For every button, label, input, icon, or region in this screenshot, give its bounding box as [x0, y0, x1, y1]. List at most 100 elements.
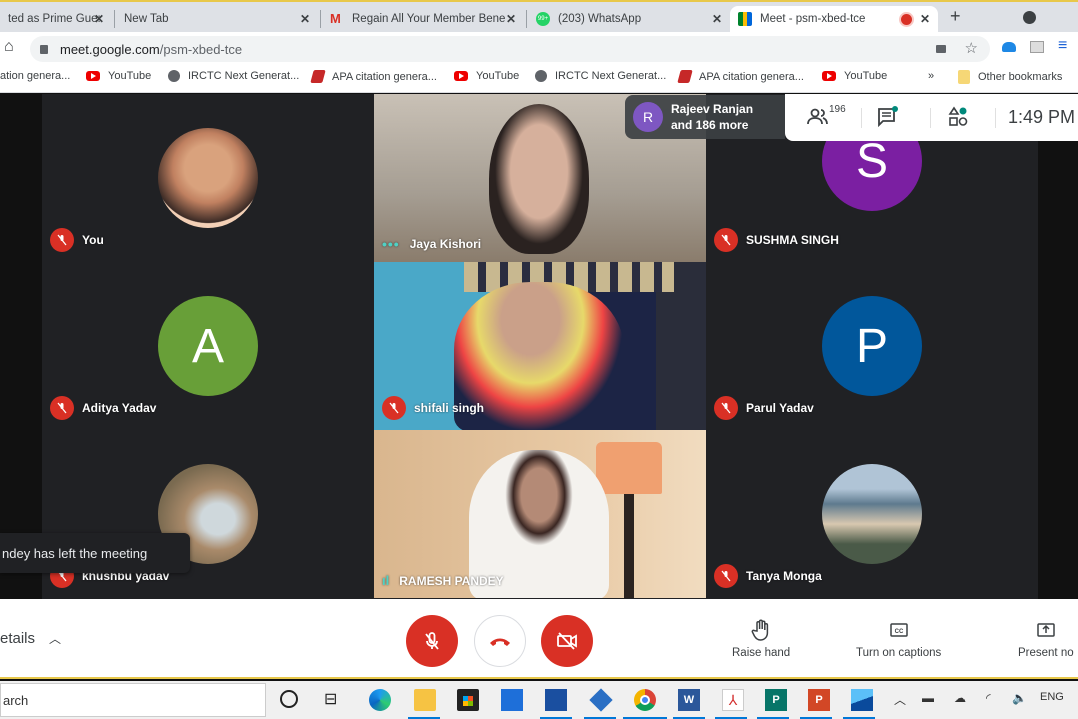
bookmark-item[interactable]: IRCTC Next Generat... [168, 70, 299, 82]
tab-gmail[interactable]: M Regain All Your Member Bene ✕ [322, 6, 524, 32]
raise-hand-button[interactable]: Raise hand [732, 619, 790, 659]
action-label: Raise hand [732, 647, 791, 659]
face-shape [489, 104, 589, 254]
bookmark-item[interactable]: IRCTC Next Generat... [535, 70, 666, 82]
show-hidden-icons-chevron[interactable]: ︿ [894, 691, 906, 708]
present-now-button[interactable]: Present no [1018, 619, 1074, 659]
other-bookmarks-folder[interactable]: Other bookmarks [958, 70, 1062, 84]
bookmarks-bar: ation genera... YouTube IRCTC Next Gener… [0, 64, 1078, 93]
url-host: meet.google.com [60, 41, 160, 57]
close-tab-icon[interactable]: ✕ [506, 12, 516, 26]
tab-title: Meet - psm-xbed-tce [760, 13, 866, 25]
home-button-icon[interactable]: ⌂ [4, 38, 14, 56]
close-tab-icon[interactable]: ✕ [94, 12, 104, 26]
meeting-details-button[interactable]: etails ︿ [0, 630, 61, 647]
microsoft-store-icon[interactable] [457, 689, 479, 711]
bookmark-item[interactable]: YouTube [454, 70, 519, 82]
participant-tile-ramesh-pandey[interactable]: ıl RAMESH PANDEY [374, 430, 706, 598]
edge-extension-icon[interactable]: ≡ [1058, 37, 1067, 55]
search-placeholder: arch [3, 692, 29, 708]
whatsapp-icon: 99+ [536, 12, 550, 26]
chevron-up-icon: ︿ [49, 632, 62, 646]
participant-tile-tanya-monga[interactable]: Tanya Monga [706, 430, 1038, 598]
speaking-dots-icon: ••• [382, 236, 400, 252]
microphone-toggle-button[interactable] [406, 615, 458, 667]
activities-button[interactable] [948, 106, 970, 133]
participant-name: You [50, 228, 104, 252]
close-tab-icon[interactable]: ✕ [300, 12, 310, 26]
participant-tile-parul-yadav[interactable]: P Parul Yadav [706, 262, 1038, 430]
browser-tab-strip: ted as Prime Gue: ✕ New Tab ✕ M Regain A… [0, 0, 1078, 32]
folder-icon [958, 70, 970, 84]
globe-icon [535, 70, 547, 82]
camera-toggle-button[interactable] [541, 615, 593, 667]
joiner-more: and 186 more [671, 118, 749, 132]
new-tab-button[interactable]: + [950, 6, 961, 27]
close-tab-icon[interactable]: ✕ [920, 12, 930, 26]
edge-browser-icon[interactable] [369, 689, 391, 711]
windows-search-box[interactable]: arch [0, 683, 266, 717]
photos-icon[interactable] [851, 689, 873, 711]
volume-icon[interactable]: 🔈 [1012, 691, 1027, 705]
tab-whatsapp[interactable]: 99+ (203) WhatsApp ✕ [528, 6, 730, 32]
join-notification[interactable]: R Rajeev Ranjan and 186 more [625, 95, 785, 139]
chrome-icon[interactable] [634, 689, 656, 711]
wifi-icon[interactable]: ◜ [986, 691, 991, 705]
bookmark-item[interactable]: APA citation genera... [677, 70, 804, 83]
mail-extension-icon[interactable] [1030, 41, 1044, 53]
blue-diamond-app-icon[interactable] [589, 688, 613, 712]
participant-name: SUSHMA SINGH [714, 228, 839, 252]
browser-toolbar: ⌂ meet.google.com/psm-xbed-tce ☆ ≡ [0, 32, 1078, 64]
bookmark-item[interactable]: YouTube [86, 70, 151, 82]
camera-off-icon [557, 632, 577, 650]
publisher-icon[interactable]: P [765, 689, 787, 711]
divider [930, 108, 931, 128]
youtube-icon [86, 71, 100, 81]
cloud-extension-icon[interactable] [1002, 42, 1016, 52]
participant-tile-you[interactable]: You [42, 94, 374, 262]
word-icon[interactable]: W [678, 689, 700, 711]
profile-menu-icon[interactable] [1023, 11, 1036, 24]
file-explorer-icon[interactable] [414, 689, 436, 711]
people-button[interactable]: 196 [807, 104, 846, 126]
bookmark-label: YouTube [108, 70, 152, 82]
close-tab-icon[interactable]: ✕ [712, 12, 722, 26]
battery-icon[interactable]: ▬ [922, 691, 934, 705]
input-language[interactable]: ENG [1040, 691, 1064, 703]
name-label: You [82, 233, 104, 247]
bookmark-item[interactable]: APA citation genera... [310, 70, 437, 83]
address-bar[interactable]: meet.google.com/psm-xbed-tce ☆ [30, 36, 990, 62]
cortana-icon[interactable] [280, 690, 298, 708]
bookmark-label: IRCTC Next Generat... [555, 70, 667, 82]
participant-tile-shifali-singh[interactable]: shifali singh [374, 262, 706, 430]
captions-button[interactable]: CC Turn on captions [856, 619, 941, 659]
mic-off-icon [714, 228, 738, 252]
chat-button[interactable] [877, 106, 899, 133]
meeting-info-bar: 196 1:49 PM [785, 94, 1078, 141]
onedrive-icon[interactable]: ☁ [954, 691, 966, 705]
acrobat-icon[interactable]: ⅄ [722, 689, 744, 711]
bookmark-label: APA citation genera... [332, 70, 437, 83]
tab-new-tab[interactable]: New Tab ✕ [116, 6, 318, 32]
tab-meet[interactable]: Meet - psm-xbed-tce ✕ [730, 6, 938, 32]
camera-in-use-icon[interactable] [936, 45, 946, 53]
bookmark-star-icon[interactable]: ☆ [965, 39, 978, 57]
whiteboard-icon[interactable] [545, 689, 567, 711]
participant-tile-aditya-yadav[interactable]: A Aditya Yadav [42, 262, 374, 430]
recording-indicator-icon [901, 13, 912, 25]
bookmarks-overflow-button[interactable]: » [928, 70, 934, 82]
bookmark-item[interactable]: ation genera... [0, 70, 70, 82]
bookmark-item[interactable]: YouTube [822, 70, 887, 82]
overflow-chevron-icon: » [928, 70, 935, 82]
name-label: Parul Yadav [746, 401, 814, 415]
divider [995, 108, 996, 128]
avatar: P [822, 296, 922, 396]
leave-call-button[interactable] [474, 615, 526, 667]
tab-prime-guest[interactable]: ted as Prime Gue: ✕ [0, 6, 112, 32]
powerpoint-icon[interactable]: P [808, 689, 830, 711]
name-label: SUSHMA SINGH [746, 233, 839, 247]
joiner-avatar: R [633, 102, 663, 132]
task-view-icon[interactable]: ⊟ [324, 689, 346, 711]
scanner-app-icon[interactable] [501, 689, 523, 711]
lamp-pole [624, 494, 634, 598]
